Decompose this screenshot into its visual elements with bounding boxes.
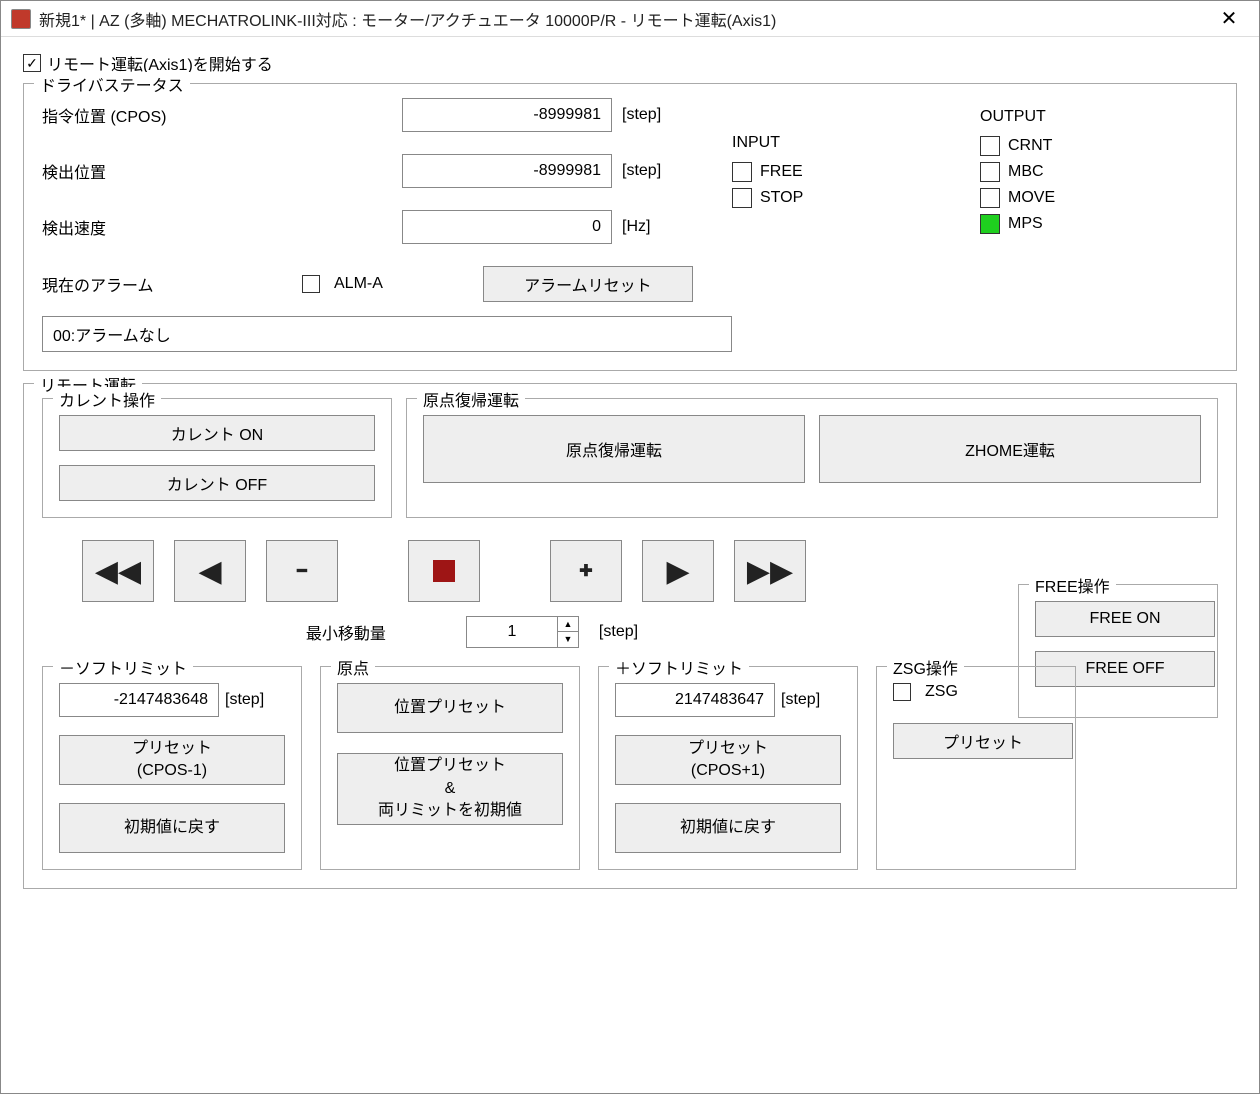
detpos-unit: [step] <box>622 162 722 180</box>
alm-a-label: ALM-A <box>334 275 383 293</box>
cpos-unit: [step] <box>622 106 722 124</box>
input-title: INPUT <box>732 134 970 152</box>
origin-title: 原点 <box>331 655 375 679</box>
titlebar: 新規1* | AZ (多軸) MECHATROLINK-III対応 : モーター… <box>1 1 1259 37</box>
cpos-value: -8999981 <box>402 98 612 132</box>
current-ops-group: カレント操作 カレント ON カレント OFF <box>42 398 392 518</box>
alm-a-checkbox-wrap: ALM-A <box>302 275 383 293</box>
zsg-label: ZSG <box>925 683 958 701</box>
window-title: 新規1* | AZ (多軸) MECHATROLINK-III対応 : モーター… <box>39 7 1209 31</box>
output-move: MOVE <box>980 188 1218 208</box>
crnt-indicator <box>980 136 1000 156</box>
spinner-up-icon[interactable]: ▲ <box>558 617 578 632</box>
close-icon[interactable]: ✕ <box>1209 6 1249 31</box>
stop-icon <box>433 560 455 582</box>
app-icon <box>11 9 31 29</box>
detspeed-value: 0 <box>402 210 612 244</box>
stop-indicator <box>732 188 752 208</box>
neg-softlimit-value: -2147483648 <box>59 683 219 717</box>
mbc-indicator <box>980 162 1000 182</box>
detpos-value: -8999981 <box>402 154 612 188</box>
output-mps: MPS <box>980 214 1218 234</box>
alarm-text: 00:アラームなし <box>42 316 732 352</box>
neg-preset-button[interactable]: プリセット (CPOS-1) <box>59 735 285 785</box>
alarm-label: 現在のアラーム <box>42 272 282 296</box>
output-crnt: CRNT <box>980 136 1218 156</box>
position-preset-button[interactable]: 位置プリセット <box>337 683 563 733</box>
zsg-title: ZSG操作 <box>887 655 964 679</box>
detspeed-unit: [Hz] <box>622 218 722 236</box>
cpos-label: 指令位置 (CPOS) <box>42 103 392 127</box>
pos-softlimit-title: ＋ソフトリミット <box>609 655 749 679</box>
minmove-spinner[interactable]: 1 ▲ ▼ <box>466 616 579 648</box>
homing-button[interactable]: 原点復帰運転 <box>423 415 805 483</box>
zsg-preset-button[interactable]: プリセット <box>893 723 1073 759</box>
minmove-value: 1 <box>467 623 557 641</box>
output-mbc: MBC <box>980 162 1218 182</box>
driver-status-group: ドライバステータス 指令位置 (CPOS) -8999981 [step] IN… <box>23 83 1237 371</box>
mps-indicator <box>980 214 1000 234</box>
current-on-button[interactable]: カレント ON <box>59 415 375 451</box>
jog-forward-button[interactable]: ▶ <box>642 540 714 602</box>
alarm-reset-button[interactable]: アラームリセット <box>483 266 693 302</box>
driver-status-title: ドライバステータス <box>34 72 190 96</box>
input-block: INPUT FREE STOP <box>732 134 970 208</box>
jog-minus-button[interactable]: ━ <box>266 540 338 602</box>
jog-fast-forward-button[interactable]: ▶▶ <box>734 540 806 602</box>
free-on-button[interactable]: FREE ON <box>1035 601 1215 637</box>
move-indicator <box>980 188 1000 208</box>
start-remote-checkbox[interactable] <box>23 54 41 72</box>
zhome-button[interactable]: ZHOME運転 <box>819 415 1201 483</box>
origin-group: 原点 位置プリセット 位置プリセット & 両リミットを初期値 <box>320 666 580 870</box>
remote-group: リモート運転 カレント操作 カレント ON カレント OFF 原点復帰運転 原点… <box>23 383 1237 889</box>
spinner-down-icon[interactable]: ▼ <box>558 632 578 647</box>
free-ops-title: FREE操作 <box>1029 573 1116 597</box>
alm-a-checkbox[interactable] <box>302 275 320 293</box>
free-indicator <box>732 162 752 182</box>
neg-softlimit-title: －ソフトリミット <box>53 655 193 679</box>
pos-preset-button[interactable]: プリセット (CPOS+1) <box>615 735 841 785</box>
jog-plus-button[interactable]: ✚ <box>550 540 622 602</box>
homing-title: 原点復帰運転 <box>417 387 525 411</box>
current-ops-title: カレント操作 <box>53 387 161 411</box>
jog-fast-rewind-button[interactable]: ◀◀ <box>82 540 154 602</box>
pos-softlimit-group: ＋ソフトリミット 2147483647 [step] プリセット (CPOS+1… <box>598 666 858 870</box>
detpos-label: 検出位置 <box>42 159 392 183</box>
neg-softlimit-unit: [step] <box>225 691 264 709</box>
input-free: FREE <box>732 162 970 182</box>
homing-group: 原点復帰運転 原点復帰運転 ZHOME運転 <box>406 398 1218 518</box>
minmove-unit: [step] <box>599 623 638 641</box>
input-stop: STOP <box>732 188 970 208</box>
pos-reset-button[interactable]: 初期値に戻す <box>615 803 841 853</box>
window: 新規1* | AZ (多軸) MECHATROLINK-III対応 : モーター… <box>0 0 1260 1094</box>
jog-rewind-button[interactable]: ◀ <box>174 540 246 602</box>
output-block: OUTPUT CRNT MBC MOVE MPS <box>980 108 1218 234</box>
neg-softlimit-group: －ソフトリミット -2147483648 [step] プリセット (CPOS-… <box>42 666 302 870</box>
jog-stop-button[interactable] <box>408 540 480 602</box>
minmove-label: 最小移動量 <box>246 620 446 644</box>
detspeed-label: 検出速度 <box>42 215 392 239</box>
neg-reset-button[interactable]: 初期値に戻す <box>59 803 285 853</box>
position-preset-both-button[interactable]: 位置プリセット & 両リミットを初期値 <box>337 753 563 825</box>
pos-softlimit-value: 2147483647 <box>615 683 775 717</box>
pos-softlimit-unit: [step] <box>781 691 820 709</box>
start-remote-checkbox-row: リモート運転(Axis1)を開始する <box>23 51 1237 75</box>
output-title: OUTPUT <box>980 108 1218 126</box>
zsg-checkbox[interactable] <box>893 683 911 701</box>
current-off-button[interactable]: カレント OFF <box>59 465 375 501</box>
zsg-group: ZSG操作 ZSG プリセット <box>876 666 1076 870</box>
